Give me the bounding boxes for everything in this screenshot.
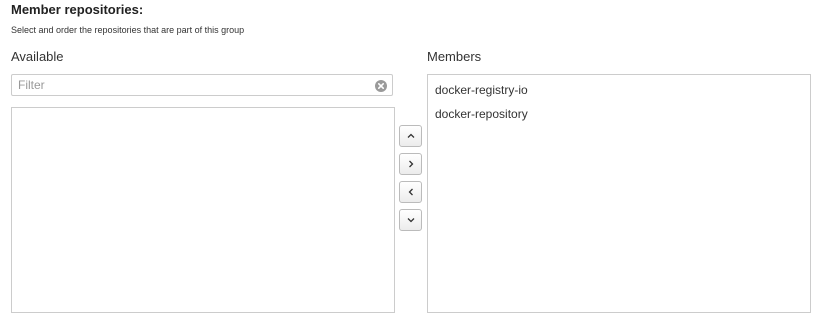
chevron-right-icon	[408, 160, 413, 168]
transfer-controls	[399, 125, 423, 237]
section-title: Member repositories:	[11, 2, 144, 17]
add-to-members-button[interactable]	[399, 153, 422, 175]
available-label: Available	[11, 49, 64, 64]
chevron-up-icon	[407, 133, 414, 138]
remove-from-members-button[interactable]	[399, 181, 422, 203]
available-list[interactable]	[11, 107, 395, 313]
move-down-button[interactable]	[399, 209, 422, 231]
filter-box	[11, 74, 393, 96]
member-repositories-panel: Member repositories: Select and order th…	[0, 0, 832, 332]
section-subtitle: Select and order the repositories that a…	[11, 25, 245, 35]
chevron-down-icon	[407, 218, 414, 223]
move-up-button[interactable]	[399, 125, 422, 147]
member-item[interactable]: docker-repository	[428, 102, 810, 126]
clear-filter-icon[interactable]	[375, 79, 387, 92]
chevron-left-icon	[408, 188, 413, 196]
members-label: Members	[427, 49, 482, 64]
filter-input[interactable]	[12, 75, 372, 95]
member-item[interactable]: docker-registry-io	[428, 78, 810, 102]
members-list[interactable]: docker-registry-io docker-repository	[427, 74, 811, 313]
